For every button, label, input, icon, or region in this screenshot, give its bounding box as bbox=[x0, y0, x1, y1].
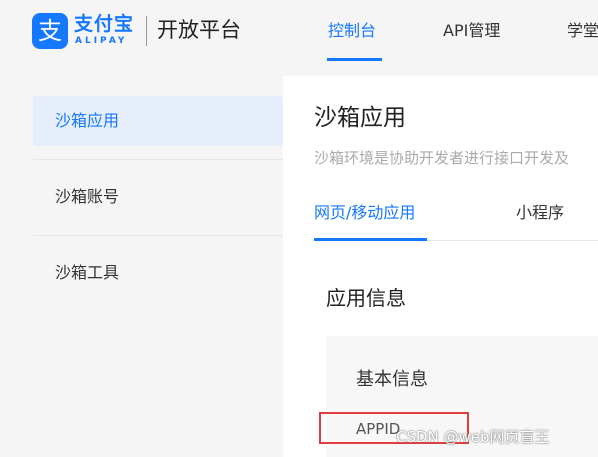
platform-title[interactable]: 开放平台 bbox=[157, 15, 241, 45]
brand-name-cn: 支付宝 bbox=[74, 13, 135, 35]
logo-divider bbox=[146, 16, 147, 46]
sidebar-item-sandbox-app[interactable]: 沙箱应用 bbox=[33, 96, 283, 146]
logo-glyph: 支 bbox=[38, 17, 62, 45]
brand-name-en: ALIPAY bbox=[75, 36, 128, 46]
top-header: 支 支付宝 ALIPAY 开放平台 控制台 API管理 学堂 bbox=[0, 0, 598, 62]
card-title-basic-info: 基本信息 bbox=[356, 369, 428, 390]
sidebar-divider bbox=[33, 159, 283, 160]
sidebar-item-sandbox-tools[interactable]: 沙箱工具 bbox=[33, 248, 283, 298]
tab-mini-program[interactable]: 小程序 bbox=[516, 202, 564, 224]
sidebar-divider bbox=[33, 235, 283, 236]
watermark: CSDN @web网页盲王 bbox=[396, 428, 550, 446]
main-panel: 沙箱应用 沙箱环境是协助开发者进行接口开发及 网页/移动应用 小程序 应用信息 … bbox=[283, 76, 598, 457]
page-description: 沙箱环境是协助开发者进行接口开发及 bbox=[314, 149, 570, 167]
section-title-app-info: 应用信息 bbox=[326, 286, 406, 310]
nav-console[interactable]: 控制台 bbox=[328, 20, 376, 42]
sidebar: 沙箱应用 沙箱账号 沙箱工具 bbox=[0, 62, 283, 457]
tab-web-mobile-app[interactable]: 网页/移动应用 bbox=[314, 202, 415, 224]
nav-api-management[interactable]: API管理 bbox=[443, 20, 500, 42]
alipay-logo-icon[interactable]: 支 bbox=[32, 13, 68, 49]
page-title: 沙箱应用 bbox=[314, 105, 406, 131]
nav-active-indicator bbox=[327, 58, 382, 61]
nav-learn[interactable]: 学堂 bbox=[567, 20, 598, 42]
tab-active-indicator bbox=[314, 238, 427, 241]
sidebar-item-sandbox-account[interactable]: 沙箱账号 bbox=[33, 172, 283, 222]
